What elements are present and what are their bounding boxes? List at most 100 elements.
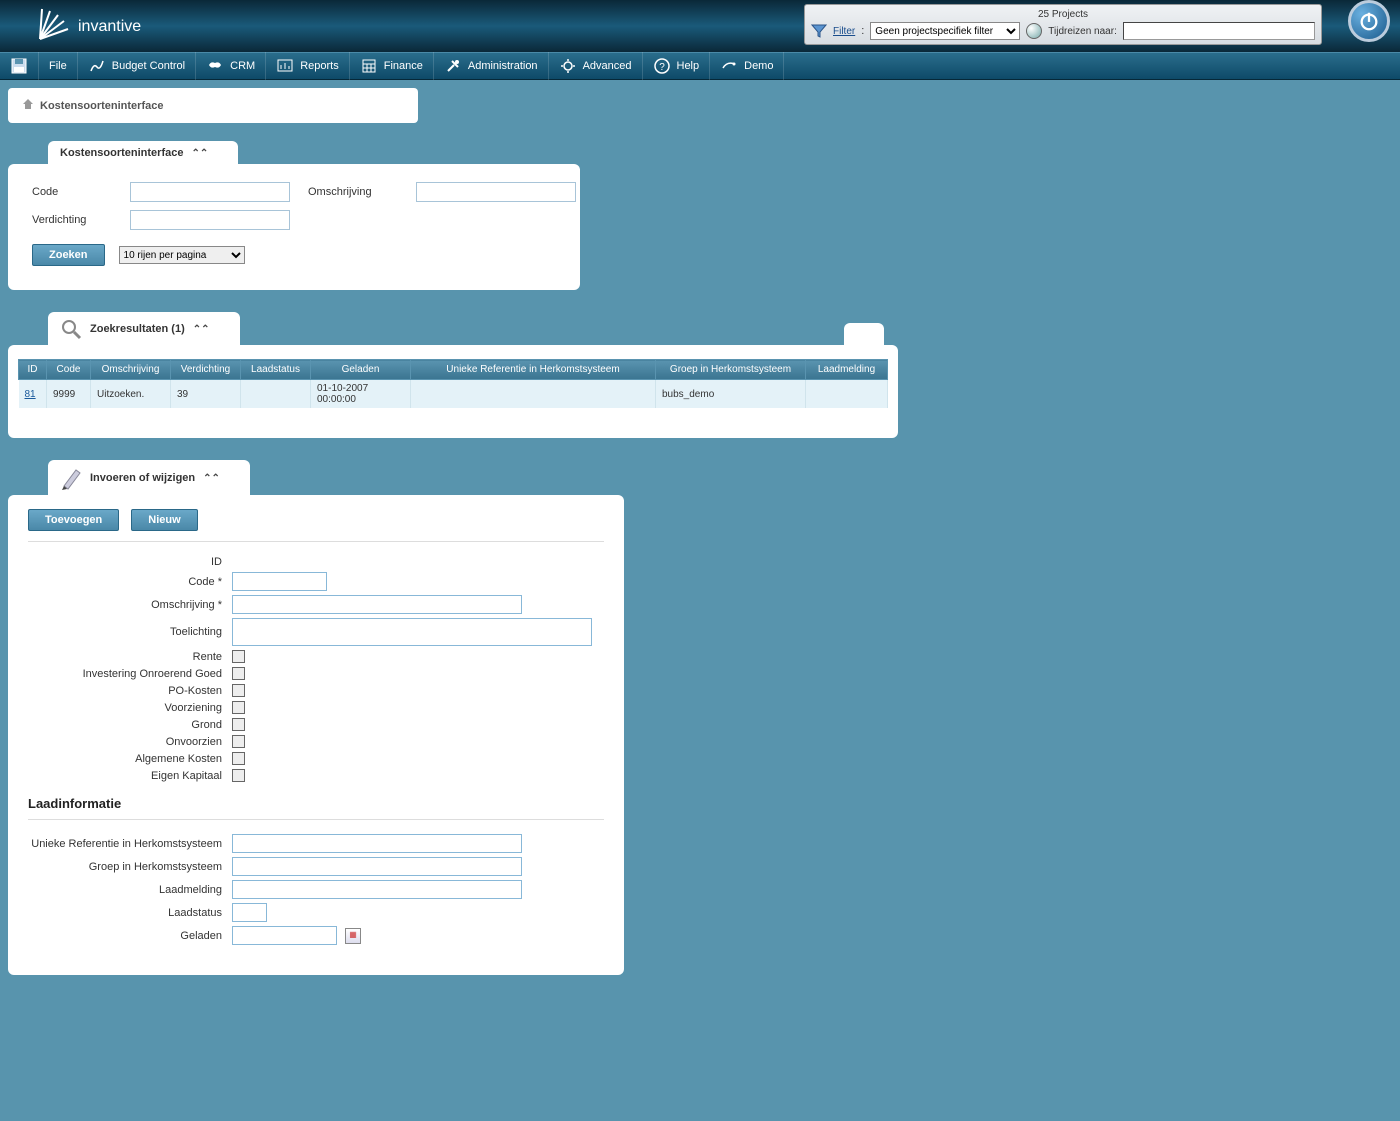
- rows-per-page-select[interactable]: 10 rijen per pagina: [119, 246, 245, 264]
- divider: [28, 541, 604, 542]
- timetravel-input[interactable]: [1123, 22, 1315, 40]
- th-verd: Verdichting: [171, 360, 241, 380]
- label-inv: Investering Onroerend Goed: [28, 668, 222, 680]
- chk-algemene[interactable]: [232, 752, 245, 765]
- search-icon: [60, 318, 82, 340]
- label-eigen: Eigen Kapitaal: [28, 770, 222, 782]
- row-uniekeref: [411, 380, 656, 409]
- label-grond: Grond: [28, 719, 222, 731]
- crm-icon: [206, 57, 224, 75]
- search-omschrijving-input[interactable]: [416, 182, 576, 202]
- search-code-input[interactable]: [130, 182, 290, 202]
- chk-grond[interactable]: [232, 718, 245, 731]
- search-verdichting-input[interactable]: [130, 210, 290, 230]
- power-button[interactable]: [1348, 0, 1390, 42]
- filter-link[interactable]: Filter: [833, 26, 855, 37]
- edit-uniekeref-input[interactable]: [232, 834, 522, 853]
- header-top: invantive 25 Projects Filter: Geen proje…: [0, 0, 1400, 52]
- logo-icon: [30, 5, 78, 48]
- th-code: Code: [47, 360, 91, 380]
- label-code: Code: [32, 186, 112, 198]
- menubar: File Budget Control CRM Reports Finance …: [0, 52, 1400, 80]
- search-panel: Kostensoorteninterface ⌃⌃ Code Omschrijv…: [8, 141, 1392, 290]
- row-id-link[interactable]: 81: [25, 389, 36, 400]
- edit-laadstatus-input[interactable]: [232, 903, 267, 922]
- top-filter-bar: 25 Projects Filter: Geen projectspecifie…: [804, 4, 1322, 45]
- menu-finance[interactable]: Finance: [350, 52, 434, 80]
- budget-icon: [88, 57, 106, 75]
- results-table: ID Code Omschrijving Verdichting Laadsta…: [18, 359, 888, 408]
- breadcrumb: Kostensoorteninterface: [8, 88, 418, 123]
- th-uniekeref: Unieke Referentie in Herkomstsysteem: [411, 360, 656, 380]
- results-tab: Zoekresultaten (1) ⌃⌃: [48, 312, 240, 345]
- menu-save-icon[interactable]: [6, 52, 39, 80]
- add-button[interactable]: Toevoegen: [28, 509, 119, 531]
- collapse-icon[interactable]: ⌃⌃: [193, 324, 210, 335]
- filter-sep: :: [861, 25, 864, 37]
- label-toel: Toelichting: [28, 626, 222, 638]
- label-verdichting: Verdichting: [32, 214, 112, 226]
- edit-laadmelding-input[interactable]: [232, 880, 522, 899]
- logo-text: invantive: [78, 18, 141, 36]
- label-alg: Algemene Kosten: [28, 753, 222, 765]
- menu-crm[interactable]: CRM: [196, 52, 266, 80]
- label-pok: PO-Kosten: [28, 685, 222, 697]
- reports-icon: [276, 57, 294, 75]
- label-voorz: Voorziening: [28, 702, 222, 714]
- edit-toelichting-input[interactable]: [232, 618, 592, 646]
- label-groep: Groep in Herkomstsysteem: [28, 861, 222, 873]
- th-id: ID: [19, 360, 47, 380]
- label-rente: Rente: [28, 651, 222, 663]
- new-button[interactable]: Nieuw: [131, 509, 197, 531]
- edit-geladen-input[interactable]: [232, 926, 337, 945]
- chk-investering[interactable]: [232, 667, 245, 680]
- edit-code-input[interactable]: [232, 572, 327, 591]
- label-omschrijving: Omschrijving: [308, 186, 398, 198]
- chk-eigen[interactable]: [232, 769, 245, 782]
- th-geladen: Geladen: [311, 360, 411, 380]
- results-tab-title: Zoekresultaten (1): [90, 323, 185, 335]
- menu-help[interactable]: ?Help: [643, 52, 711, 80]
- finance-icon: [360, 57, 378, 75]
- row-verd: 39: [171, 380, 241, 409]
- menu-file[interactable]: File: [39, 52, 78, 80]
- chk-rente[interactable]: [232, 650, 245, 663]
- help-icon: ?: [653, 57, 671, 75]
- logo: invantive: [30, 5, 141, 48]
- menu-demo[interactable]: Demo: [710, 52, 784, 80]
- table-row[interactable]: 81 9999 Uitzoeken. 39 01-10-2007 00:00:0…: [19, 380, 888, 409]
- menu-reports[interactable]: Reports: [266, 52, 350, 80]
- collapse-icon[interactable]: ⌃⌃: [191, 148, 208, 159]
- th-omschr: Omschrijving: [91, 360, 171, 380]
- search-button[interactable]: Zoeken: [32, 244, 105, 266]
- row-laadst: [241, 380, 311, 409]
- pencil-icon: [60, 466, 82, 490]
- menu-advanced[interactable]: Advanced: [549, 52, 643, 80]
- menu-admin[interactable]: Administration: [434, 52, 549, 80]
- projects-count: 25 Projects: [811, 9, 1315, 20]
- home-icon[interactable]: [22, 98, 34, 113]
- edit-groep-input[interactable]: [232, 857, 522, 876]
- collapse-icon[interactable]: ⌃⌃: [203, 473, 220, 484]
- edit-tab: Invoeren of wijzigen ⌃⌃: [48, 460, 250, 495]
- label-omschr: Omschrijving *: [28, 599, 222, 611]
- filter-icon: [811, 23, 827, 39]
- label-id: ID: [28, 556, 222, 568]
- row-code: 9999: [47, 380, 91, 409]
- globe-icon: [1026, 23, 1042, 39]
- tools-icon: [444, 57, 462, 75]
- results-pager-tab[interactable]: [844, 323, 884, 345]
- chk-onvoorzien[interactable]: [232, 735, 245, 748]
- chk-pokosten[interactable]: [232, 684, 245, 697]
- section-laadinformatie: Laadinformatie: [28, 796, 604, 811]
- chk-voorziening[interactable]: [232, 701, 245, 714]
- edit-omschr-input[interactable]: [232, 595, 522, 614]
- search-tab: Kostensoorteninterface ⌃⌃: [48, 141, 238, 164]
- label-laadst: Laadstatus: [28, 907, 222, 919]
- svg-text:?: ?: [659, 62, 665, 73]
- demo-icon: [720, 57, 738, 75]
- filter-select[interactable]: Geen projectspecifiek filter: [870, 22, 1020, 40]
- menu-budget[interactable]: Budget Control: [78, 52, 196, 80]
- row-geladen: 01-10-2007 00:00:00: [311, 380, 411, 409]
- calendar-icon[interactable]: ▦: [345, 928, 361, 944]
